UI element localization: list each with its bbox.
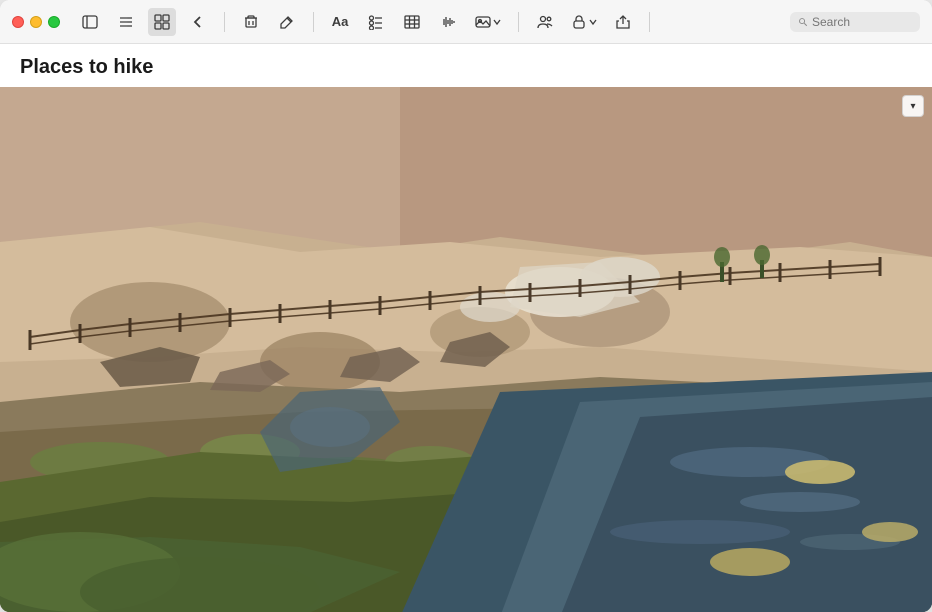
search-box[interactable] [790,12,920,32]
trash-icon [243,14,259,30]
audio-icon [440,14,456,30]
back-button[interactable] [184,8,212,36]
lock-button[interactable] [567,8,601,36]
grid-icon [154,14,170,30]
table-icon [404,14,420,30]
grid-view-button[interactable] [148,8,176,36]
note-title: Places to hike [0,44,932,87]
share-button[interactable] [609,8,637,36]
notes-window: Aa [0,0,932,612]
traffic-lights [12,16,60,28]
list-view-button[interactable] [112,8,140,36]
checklist-icon [368,14,384,30]
note-content: Places to hike [0,44,932,612]
search-input[interactable] [812,15,912,29]
lock-icon [571,14,587,30]
divider-2 [313,12,314,32]
lock-dropdown-icon [589,18,597,26]
search-icon [798,16,808,28]
sidebar-toggle-button[interactable] [76,8,104,36]
media-dropdown-icon [493,18,501,26]
landscape-image [0,87,932,612]
format-text-button[interactable]: Aa [326,8,354,36]
close-button[interactable] [12,16,24,28]
audio-button[interactable] [434,8,462,36]
format-text-label: Aa [332,14,349,29]
collaborate-button[interactable] [531,8,559,36]
titlebar: Aa [0,0,932,44]
compose-button[interactable] [273,8,301,36]
share-icon [615,14,631,30]
media-button[interactable] [470,8,506,36]
collaborate-icon [537,14,553,30]
minimize-button[interactable] [30,16,42,28]
delete-button[interactable] [237,8,265,36]
list-icon [118,14,134,30]
dropdown-chevron-icon: ▾ [910,101,915,112]
image-dropdown-button[interactable]: ▾ [902,95,924,117]
sidebar-icon [82,14,98,30]
maximize-button[interactable] [48,16,60,28]
divider-1 [224,12,225,32]
divider-4 [649,12,650,32]
note-image-area: ▾ [0,87,932,612]
compose-icon [279,14,295,30]
media-icon [475,14,491,30]
table-button[interactable] [398,8,426,36]
chevron-left-icon [190,14,206,30]
divider-3 [518,12,519,32]
checklist-button[interactable] [362,8,390,36]
